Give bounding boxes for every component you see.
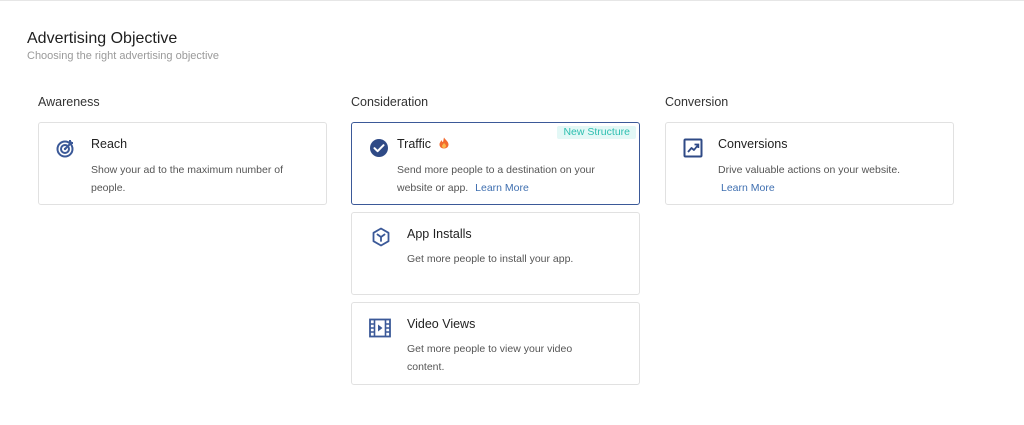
card-description: Show your ad to the maximum number of pe… bbox=[91, 164, 284, 194]
cube-icon bbox=[370, 226, 392, 248]
card-title: Traffic bbox=[397, 137, 432, 151]
learn-more-link[interactable]: Learn More bbox=[721, 182, 775, 194]
card-title: App Installs bbox=[407, 227, 472, 241]
column-heading: Conversion bbox=[665, 95, 729, 109]
page-subtitle: Choosing the right advertising objective bbox=[27, 50, 220, 62]
learn-more-link[interactable]: Learn More bbox=[475, 182, 529, 194]
flame-icon bbox=[439, 137, 449, 149]
card-description: Get more people to view your video conte… bbox=[407, 343, 573, 373]
top-divider bbox=[0, 0, 1024, 1]
page-header: Advertising Objective Choosing the right… bbox=[27, 30, 219, 63]
card-title: Video Views bbox=[407, 317, 476, 331]
trend-icon bbox=[682, 137, 704, 159]
column-heading: Awareness bbox=[38, 95, 100, 109]
column-conversion: Conversion Conversions Drive valuable ac… bbox=[665, 95, 954, 212]
column-consideration: Consideration New Structure Traffic Send… bbox=[351, 95, 640, 392]
target-icon bbox=[55, 137, 77, 159]
page-title: Advertising Objective bbox=[27, 30, 178, 47]
card-title: Reach bbox=[91, 137, 128, 151]
objective-card-conversions[interactable]: Conversions Drive valuable actions on yo… bbox=[665, 122, 954, 205]
card-title: Conversions bbox=[718, 137, 788, 151]
card-description: Drive valuable actions on your website. … bbox=[718, 162, 940, 197]
film-icon bbox=[369, 317, 391, 339]
card-title-row: Traffic bbox=[397, 137, 449, 151]
column-heading: Consideration bbox=[351, 95, 429, 109]
check-circle-icon bbox=[368, 137, 390, 159]
card-description-text: Drive valuable actions on your website. bbox=[718, 164, 901, 176]
card-description: Send more people to a destination on you… bbox=[397, 162, 619, 197]
column-awareness: Awareness Reach Show your ad to the maxi… bbox=[38, 95, 327, 212]
card-description: Get more people to install your app. bbox=[407, 253, 574, 265]
objective-card-reach[interactable]: Reach Show your ad to the maximum number… bbox=[38, 122, 327, 205]
objective-card-app-installs[interactable]: App Installs Get more people to install … bbox=[351, 212, 640, 295]
objective-card-traffic[interactable]: New Structure Traffic Send more people t… bbox=[351, 122, 640, 205]
objective-card-video-views[interactable]: Video Views Get more people to view your… bbox=[351, 302, 640, 385]
new-structure-badge: New Structure bbox=[557, 126, 636, 139]
